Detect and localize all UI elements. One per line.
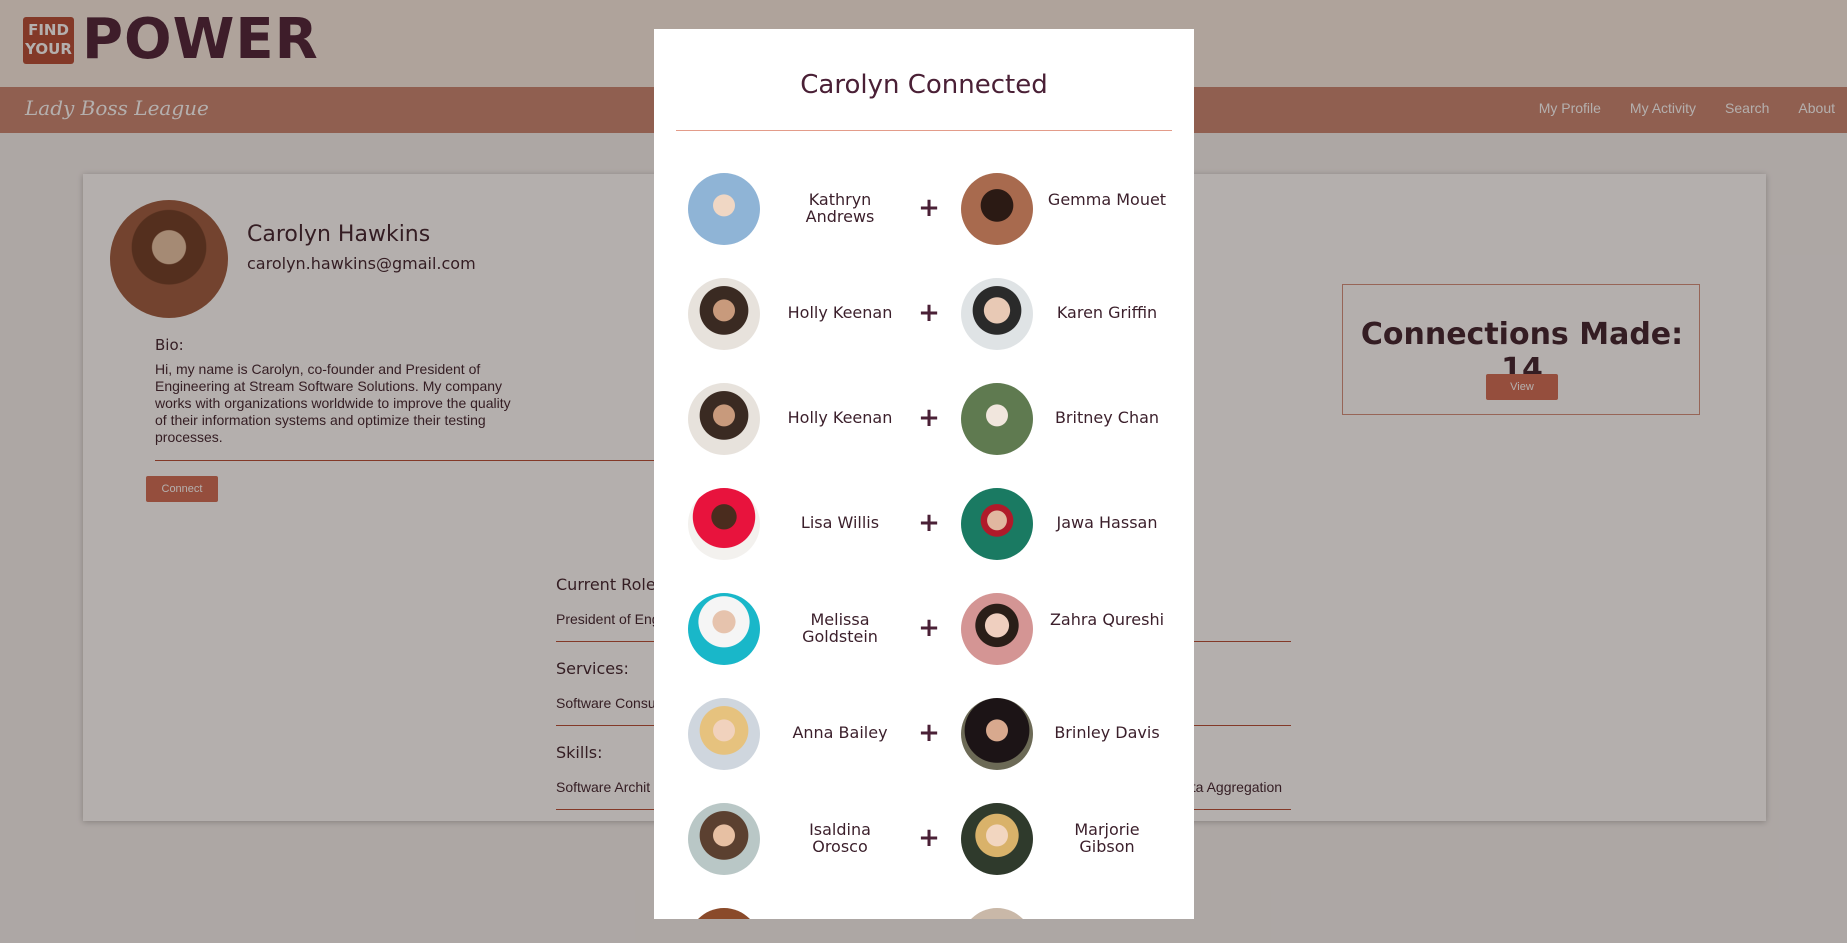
connection-pair: Holly Keenan + Karen Griffin [654,278,1194,354]
avatar [688,908,760,919]
person-name: Lisa Willis [800,513,880,532]
connection-pair: Isaldina Orosco + Marjorie Gibson [654,803,1194,879]
avatar [961,803,1033,875]
connection-pair: Melissa Goldstein + Zahra Qureshi [654,593,1194,669]
connection-pair: Anna Bailey + Brinley Davis [654,698,1194,774]
avatar [688,698,760,770]
person-name: Gemma Mouet [1047,190,1167,209]
avatar [961,908,1033,919]
avatar [961,698,1033,770]
avatar [961,173,1033,245]
person-name: Brinley Davis [1054,723,1160,742]
avatar [688,173,760,245]
avatar [688,593,760,665]
avatar [688,488,760,560]
person-name: Isaldina Orosco [809,820,871,856]
connection-pair: Kathryn Andrews + Gemma Mouet [654,173,1194,249]
connection-pair: Lisa Willis + Jawa Hassan [654,488,1194,564]
avatar [961,383,1033,455]
person-name: Kathryn Andrews [805,190,875,226]
connections-modal: Carolyn Connected Kathryn Andrews + Gemm… [654,29,1194,919]
avatar [961,488,1033,560]
avatar [961,278,1033,350]
avatar [961,593,1033,665]
plus-icon: + [918,718,940,748]
plus-icon: + [918,193,940,223]
person-name: Britney Chan [1054,408,1160,427]
plus-icon: + [918,298,940,328]
plus-icon: + [918,823,940,853]
modal-divider [676,130,1172,131]
connection-pair-partial [654,908,1194,919]
plus-icon: + [918,613,940,643]
person-name: Marjorie Gibson [1074,820,1140,856]
modal-title: Carolyn Connected [800,70,1048,100]
avatar [688,803,760,875]
avatar [688,278,760,350]
connection-pair: Holly Keenan + Britney Chan [654,383,1194,459]
person-name: Holly Keenan [787,408,893,427]
person-name: Jawa Hassan [1056,513,1158,532]
person-name: Melissa Goldstein [802,610,878,646]
person-name: Holly Keenan [787,303,893,322]
person-name: Karen Griffin [1056,303,1158,322]
avatar [688,383,760,455]
person-name: Anna Bailey [792,723,888,742]
plus-icon: + [918,508,940,538]
plus-icon: + [918,403,940,433]
person-name: Zahra Qureshi [1049,610,1165,629]
